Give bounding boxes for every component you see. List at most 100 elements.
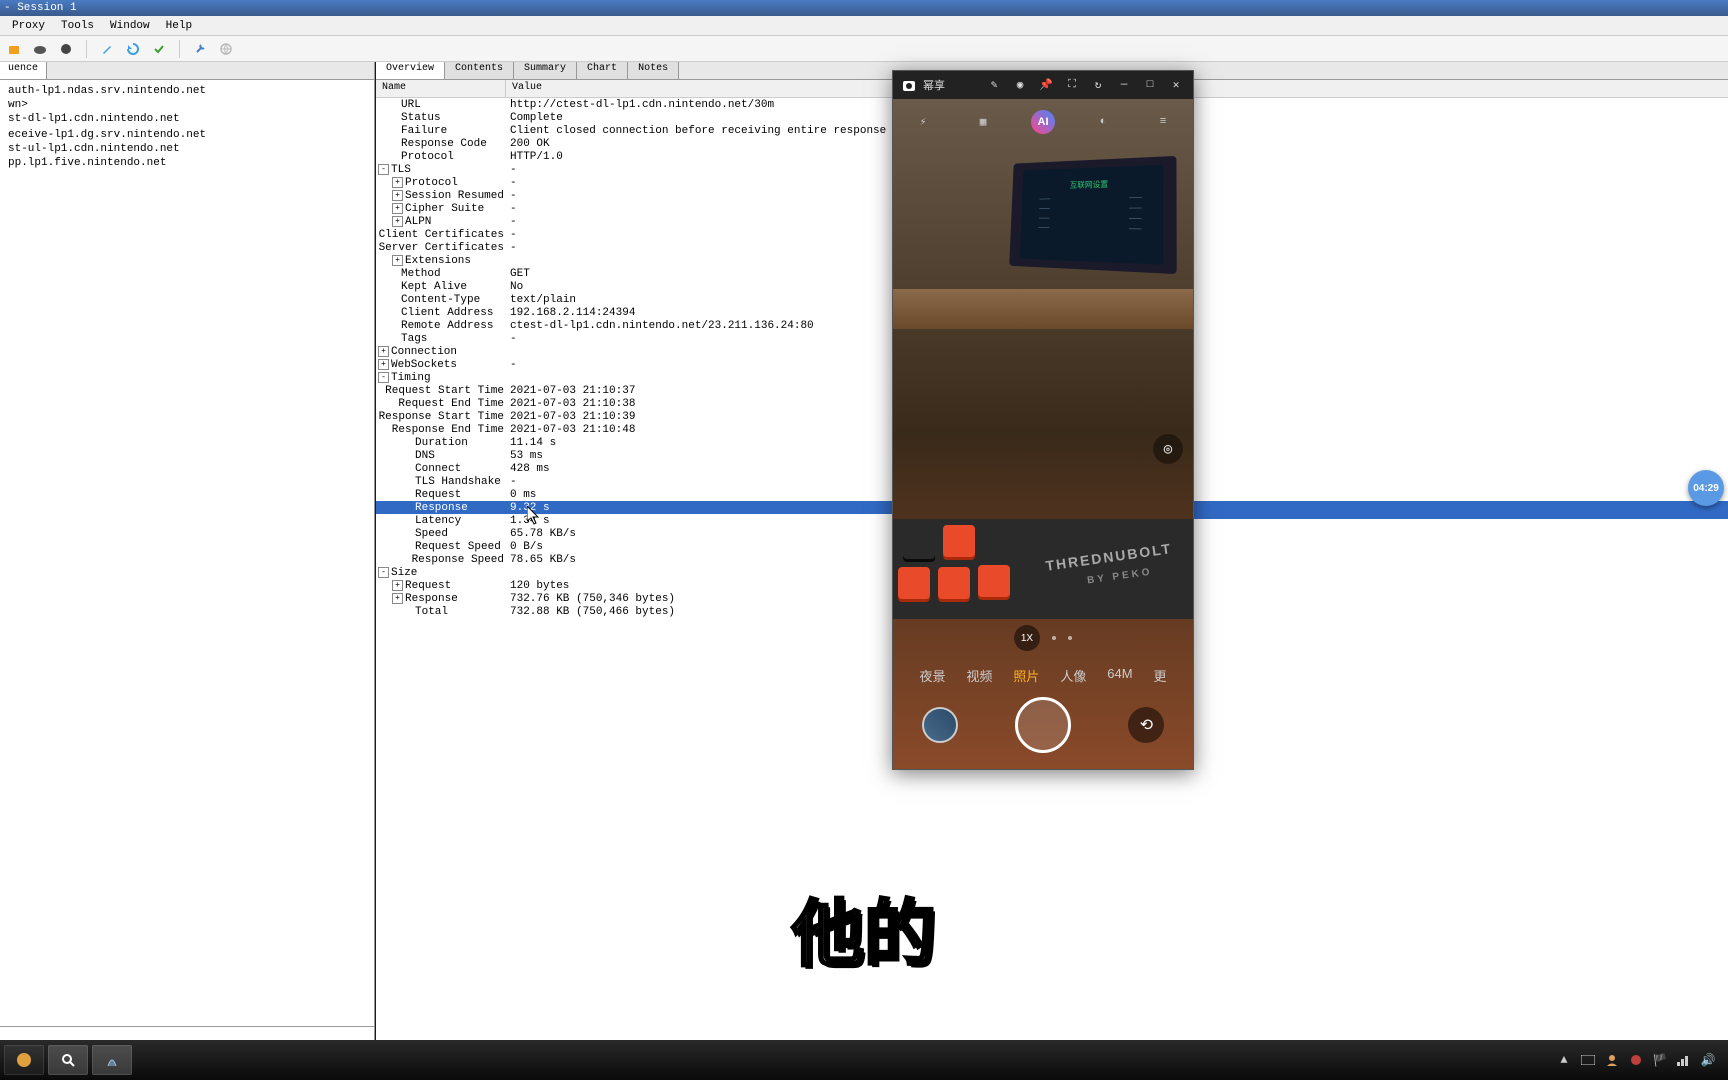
- tab-contents[interactable]: Contents: [445, 62, 514, 79]
- phone-window-titlebar[interactable]: 幂享 ✎ ◉ 📌 ⛶ ↻ — □ ✕: [893, 71, 1193, 99]
- ai-badge[interactable]: AI: [1031, 110, 1055, 134]
- host-item[interactable]: wn>: [4, 98, 370, 112]
- keyboard: [893, 419, 1193, 619]
- expand-icon[interactable]: +: [378, 346, 389, 357]
- flip-camera-icon[interactable]: ⟲: [1128, 707, 1164, 743]
- minimize-icon[interactable]: —: [1115, 76, 1133, 94]
- tab-overview[interactable]: Overview: [376, 62, 445, 79]
- record-button[interactable]: [4, 39, 24, 59]
- host-item[interactable]: eceive-lp1.dg.srv.nintendo.net: [4, 128, 370, 142]
- property-name: Total: [415, 606, 448, 618]
- taskbar-app-1[interactable]: [4, 1045, 44, 1075]
- tray-network-icon[interactable]: [1676, 1052, 1692, 1068]
- gallery-thumbnail[interactable]: [922, 707, 958, 743]
- host-list[interactable]: auth-lp1.ndas.srv.nintendo.net wn> st-dl…: [0, 80, 374, 1026]
- property-name: Connection: [391, 346, 457, 358]
- expand-icon[interactable]: +: [392, 203, 403, 214]
- collapse-icon[interactable]: -: [378, 372, 389, 383]
- wrench-icon[interactable]: [190, 39, 210, 59]
- tray-icon[interactable]: ▲: [1556, 1052, 1572, 1068]
- expand-icon[interactable]: +: [378, 359, 389, 370]
- property-name: Session Resumed: [405, 190, 504, 202]
- mode-64m[interactable]: 64M: [1107, 666, 1132, 685]
- expand-icon[interactable]: +: [392, 580, 403, 591]
- zoom-level[interactable]: 1X: [1014, 625, 1040, 651]
- flash-icon[interactable]: ⚡: [911, 110, 935, 134]
- menu-window[interactable]: Window: [102, 18, 158, 34]
- mode-video[interactable]: 视频: [966, 666, 992, 685]
- property-name: Latency: [415, 515, 461, 527]
- mode-portrait[interactable]: 人像: [1060, 666, 1086, 685]
- property-name: Request: [405, 580, 451, 592]
- hdr-icon[interactable]: ▦: [971, 110, 995, 134]
- switch-title: 互联网设置: [1040, 178, 1142, 191]
- left-tab-sequence[interactable]: uence: [0, 62, 47, 79]
- tray-volume-icon[interactable]: 🔊: [1700, 1052, 1716, 1068]
- filter-icon[interactable]: ◐: [1091, 110, 1115, 134]
- edit-icon[interactable]: ✎: [985, 76, 1003, 94]
- expand-icon[interactable]: +: [392, 216, 403, 227]
- system-tray: ▲ 🏴 🔊: [1556, 1052, 1724, 1068]
- property-name: Request End Time: [398, 398, 504, 410]
- cloud-icon[interactable]: [30, 39, 50, 59]
- brush-icon[interactable]: [97, 39, 117, 59]
- lens-icon[interactable]: ◎: [1153, 434, 1183, 464]
- tab-summary[interactable]: Summary: [514, 62, 577, 79]
- property-name: Client Address: [401, 307, 493, 319]
- close-icon[interactable]: ✕: [1167, 76, 1185, 94]
- mode-photo[interactable]: 照片: [1013, 666, 1039, 685]
- record-icon[interactable]: ◉: [1011, 76, 1029, 94]
- taskbar: ▲ 🏴 🔊: [0, 1040, 1728, 1080]
- expand-icon[interactable]: +: [392, 190, 403, 201]
- menu-tools[interactable]: Tools: [53, 18, 102, 34]
- camera-modes: 夜景 视频 照片 人像 64M 更: [893, 666, 1193, 685]
- rotate-icon[interactable]: ↻: [1089, 76, 1107, 94]
- shutter-button[interactable]: [1015, 697, 1071, 753]
- check-icon[interactable]: [149, 39, 169, 59]
- phone-mirror-window[interactable]: 幂享 ✎ ◉ 📌 ⛶ ↻ — □ ✕ ⚡ ▦ AI ◐ ≡: [892, 70, 1194, 770]
- tray-flag-icon[interactable]: 🏴: [1652, 1052, 1668, 1068]
- stop-icon[interactable]: [56, 39, 76, 59]
- mode-more[interactable]: 更: [1154, 666, 1167, 685]
- column-name[interactable]: Name: [376, 80, 506, 97]
- property-name: TLS: [391, 164, 411, 176]
- expand-icon[interactable]: +: [392, 177, 403, 188]
- collapse-icon[interactable]: -: [378, 567, 389, 578]
- host-item[interactable]: st-dl-lp1.cdn.nintendo.net: [4, 112, 370, 126]
- property-name: Protocol: [401, 151, 454, 163]
- expand-icon[interactable]: +: [392, 593, 403, 604]
- property-name: TLS Handshake: [415, 476, 501, 488]
- property-name: Size: [391, 567, 417, 579]
- phone-app-title: 幂享: [923, 77, 945, 93]
- mode-night[interactable]: 夜景: [919, 666, 945, 685]
- host-item[interactable]: st-ul-lp1.cdn.nintendo.net: [4, 142, 370, 156]
- globe-icon[interactable]: [216, 39, 236, 59]
- video-subtitle: 他的: [792, 875, 936, 980]
- property-name: Duration: [415, 437, 468, 449]
- property-name: Request Start Time: [385, 385, 504, 397]
- host-item[interactable]: pp.lp1.five.nintendo.net: [4, 156, 370, 170]
- property-name: Tags: [401, 333, 427, 345]
- expand-icon[interactable]: +: [392, 255, 403, 266]
- tray-icon-2[interactable]: [1628, 1052, 1644, 1068]
- tray-user-icon[interactable]: [1604, 1052, 1620, 1068]
- menu-icon[interactable]: ≡: [1151, 110, 1175, 134]
- property-name: Connect: [415, 463, 461, 475]
- tab-notes[interactable]: Notes: [628, 62, 679, 79]
- menubar: Proxy Tools Window Help: [0, 16, 1728, 36]
- tray-keyboard-icon[interactable]: [1580, 1052, 1596, 1068]
- zoom-control[interactable]: 1X: [1014, 625, 1072, 651]
- maximize-icon[interactable]: □: [1141, 76, 1159, 94]
- menu-help[interactable]: Help: [158, 18, 200, 34]
- taskbar-app-search[interactable]: [48, 1045, 88, 1075]
- taskbar-app-charles[interactable]: [92, 1045, 132, 1075]
- host-item[interactable]: auth-lp1.ndas.srv.nintendo.net: [4, 84, 370, 98]
- menu-proxy[interactable]: Proxy: [4, 18, 53, 34]
- left-panel: uence auth-lp1.ndas.srv.nintendo.net wn>…: [0, 62, 375, 1044]
- refresh-icon[interactable]: [123, 39, 143, 59]
- pin-icon[interactable]: 📌: [1037, 76, 1055, 94]
- crop-icon[interactable]: ⛶: [1063, 76, 1081, 94]
- tab-chart[interactable]: Chart: [577, 62, 628, 79]
- video-timestamp-badge[interactable]: 04:29: [1688, 470, 1724, 506]
- collapse-icon[interactable]: -: [378, 164, 389, 175]
